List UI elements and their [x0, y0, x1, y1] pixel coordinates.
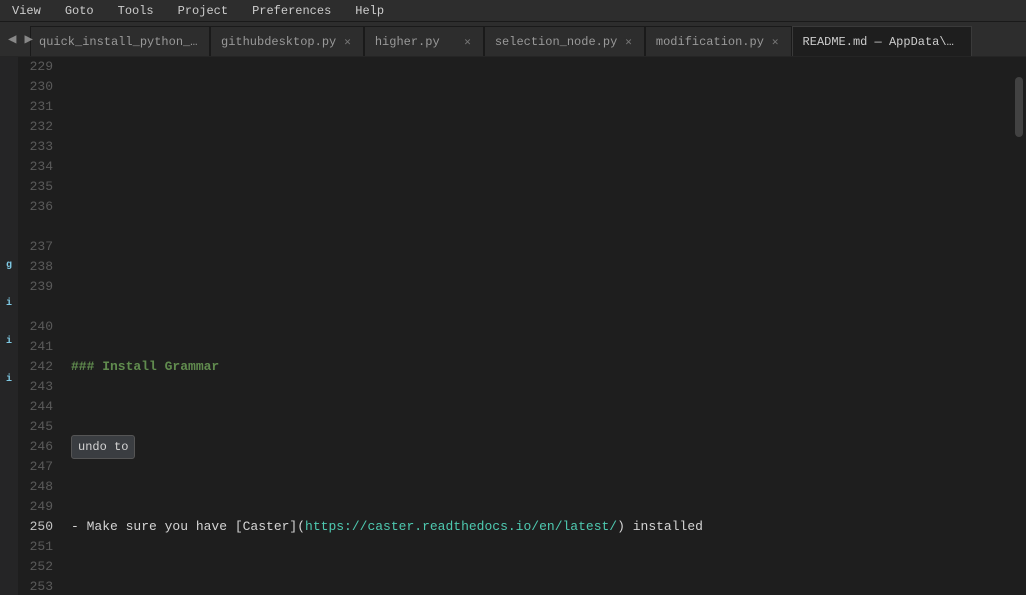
- scrollbar-thumb[interactable]: [1015, 77, 1023, 137]
- menu-bar: View Goto Tools Project Preferences Help: [0, 0, 1026, 22]
- line-numbers: 229 230 231 232 233 234 235 236 . 237 23…: [18, 57, 63, 595]
- sidebar-letter-i2: i: [6, 333, 12, 351]
- code-line-229: [71, 117, 1012, 137]
- menu-project[interactable]: Project: [174, 2, 232, 20]
- tab-readme[interactable]: README.md — AppData\...\PythonVoiceC: [792, 26, 972, 56]
- code-content[interactable]: ### Install Grammar undo to - Make sure …: [63, 57, 1012, 595]
- tab-nav-right[interactable]: ▶: [20, 29, 36, 50]
- scrollbar-track[interactable]: [1012, 57, 1026, 595]
- menu-tools[interactable]: Tools: [114, 2, 158, 20]
- code-line-234: - Make sure you have [Caster](https://ca…: [71, 517, 1012, 537]
- sidebar-letter-g: g: [6, 257, 12, 275]
- undo-tooltip: undo to: [71, 435, 135, 459]
- tab-bar: ◀ ▶ quick_install_python_voice_coding_ g…: [0, 22, 1026, 57]
- menu-view[interactable]: View: [8, 2, 45, 20]
- editor-container: g i i i 229 230 231 232 233 234 235 236 …: [0, 57, 1026, 595]
- sidebar-letter-i1: i: [6, 295, 12, 313]
- tab-modification[interactable]: modification.py ✕: [645, 26, 792, 56]
- code-line-231: [71, 277, 1012, 297]
- menu-help[interactable]: Help: [351, 2, 388, 20]
- menu-preferences[interactable]: Preferences: [248, 2, 335, 20]
- sidebar-letter-i3: i: [6, 371, 12, 389]
- code-line-233: undo to: [71, 437, 1012, 457]
- tab-close-modification[interactable]: ✕: [770, 34, 781, 50]
- tab-higher[interactable]: higher.py ✕: [364, 26, 484, 56]
- tab-quick-install[interactable]: quick_install_python_voice_coding_: [30, 26, 210, 56]
- code-line-232: ### Install Grammar: [71, 357, 1012, 377]
- tab-selection-node[interactable]: selection_node.py ✕: [484, 26, 645, 56]
- tab-githubdesktop[interactable]: githubdesktop.py ✕: [210, 26, 364, 56]
- tab-close-higher[interactable]: ✕: [462, 34, 473, 50]
- tab-close-githubdesktop[interactable]: ✕: [342, 34, 353, 50]
- code-line-230: [71, 197, 1012, 217]
- menu-goto[interactable]: Goto: [61, 2, 98, 20]
- tab-nav-left[interactable]: ◀: [4, 29, 20, 50]
- editor[interactable]: 229 230 231 232 233 234 235 236 . 237 23…: [18, 57, 1026, 595]
- tab-close-selection-node[interactable]: ✕: [623, 34, 634, 50]
